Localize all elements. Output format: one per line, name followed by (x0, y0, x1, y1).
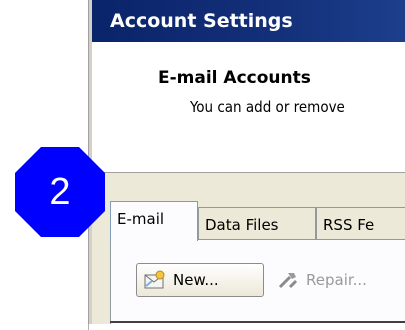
repair-tools-icon (276, 269, 300, 291)
tab-data-files[interactable]: Data Files (198, 207, 316, 241)
tab-data-files-label: Data Files (205, 216, 279, 234)
window-title: Account Settings (110, 10, 293, 32)
step-number: 2 (49, 170, 71, 213)
step-number-badge: 2 (13, 145, 107, 239)
list-top-border (110, 321, 405, 323)
tab-rss-feeds[interactable]: RSS Fe (316, 207, 405, 241)
repair-button-label: Repair... (306, 271, 367, 289)
title-bar[interactable]: Account Settings (92, 0, 405, 42)
section-description: You can add or remove (190, 98, 345, 116)
header-panel: E-mail Accounts You can add or remove (92, 42, 405, 173)
account-settings-dialog: Account Settings E-mail Accounts You can… (92, 0, 405, 324)
new-account-button-label: New... (173, 271, 219, 289)
tab-email-label: E-mail (117, 210, 165, 228)
tab-email[interactable]: E-mail (110, 201, 198, 241)
tabs-area: E-mail Data Files RSS Fe New... Repair..… (92, 173, 405, 324)
section-heading: E-mail Accounts (158, 68, 311, 88)
tab-rss-feeds-label: RSS Fe (323, 216, 375, 234)
new-account-button[interactable]: New... (136, 263, 264, 297)
repair-button[interactable]: Repair... (272, 263, 405, 297)
new-mail-icon (143, 269, 167, 291)
